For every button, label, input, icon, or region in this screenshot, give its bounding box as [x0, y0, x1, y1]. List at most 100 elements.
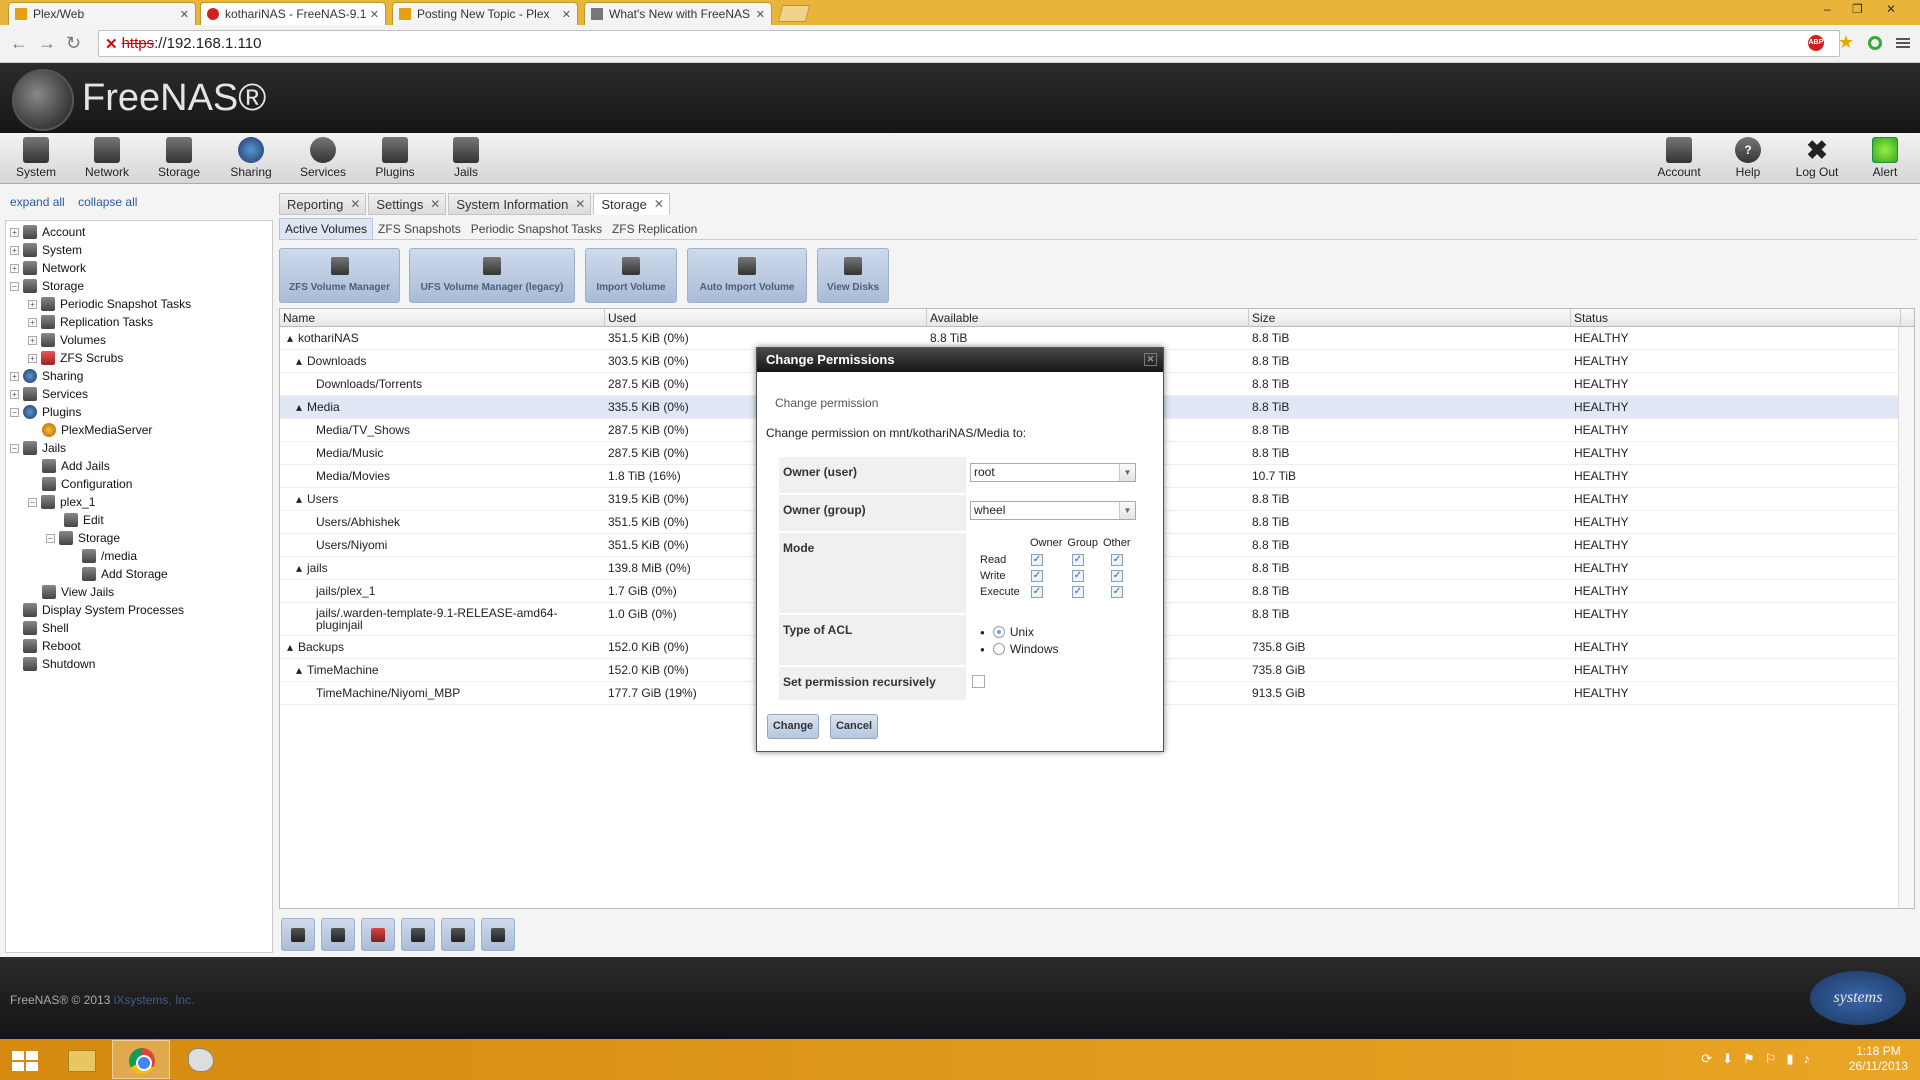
close-icon[interactable]: ✕ — [180, 8, 189, 21]
detach-volume-button[interactable] — [281, 918, 315, 951]
window-close-button[interactable]: ✕ — [1886, 2, 1896, 16]
tree-item-replication-tasks[interactable]: + Replication Tasks — [28, 313, 153, 331]
browser-tab-plex-forum[interactable]: Posting New Topic - Plex ✕ — [392, 2, 578, 25]
close-icon[interactable]: ✕ — [370, 8, 379, 21]
close-icon[interactable]: ✕ — [756, 8, 765, 21]
create-zvol-button[interactable] — [481, 918, 515, 951]
new-tab-button[interactable] — [777, 5, 811, 22]
tree-item-view-jails[interactable]: View Jails — [42, 583, 114, 601]
acl-unix-option[interactable]: ● Unix — [980, 625, 1034, 639]
tree-toggle-icon[interactable]: ▴ — [296, 354, 302, 368]
column-used[interactable]: Used — [605, 309, 927, 327]
column-name[interactable]: Name — [280, 309, 605, 327]
start-button[interactable] — [0, 1040, 58, 1079]
collapse-icon[interactable]: − — [10, 281, 19, 291]
download-icon[interactable]: ⬇ — [1722, 1051, 1733, 1067]
expand-all-link[interactable]: expand all — [10, 195, 65, 209]
tree-item-periodic-snapshot-tasks[interactable]: + Periodic Snapshot Tasks — [28, 295, 191, 313]
acl-windows-radio[interactable] — [992, 643, 1005, 655]
browser-tab-whats-new[interactable]: What's New with FreeNAS ✕ — [584, 2, 772, 25]
tree-toggle-icon[interactable]: ▴ — [296, 492, 302, 506]
expand-icon[interactable]: + — [10, 371, 19, 381]
toolbar-sharing[interactable]: Sharing — [223, 137, 279, 179]
tree-item-system[interactable]: + System — [10, 241, 82, 259]
close-icon[interactable]: ✕ — [1144, 353, 1157, 366]
expand-icon[interactable]: + — [10, 389, 19, 399]
expand-icon[interactable]: + — [28, 353, 37, 363]
tab-storage[interactable]: Storage ✕ — [593, 193, 670, 215]
subtab-zfs-replication[interactable]: ZFS Replication — [607, 219, 702, 239]
browser-tab-freenas[interactable]: kothariNAS - FreeNAS-9.1 ✕ — [200, 2, 386, 25]
toolbar-jails[interactable]: Jails — [438, 137, 494, 179]
chevron-down-icon[interactable]: ▼ — [1119, 464, 1135, 481]
import-volume-button[interactable]: Import Volume — [585, 248, 677, 303]
tree-item-network[interactable]: + Network — [10, 259, 86, 277]
subtab-periodic-snapshot-tasks[interactable]: Periodic Snapshot Tasks — [466, 219, 607, 239]
tree-item-jails[interactable]: − Jails — [10, 439, 66, 457]
tree-item-account[interactable]: + Account — [10, 223, 85, 241]
execute-owner-checkbox[interactable]: ✓ — [1031, 586, 1043, 598]
taskbar-clock[interactable]: 1:18 PM 26/11/2013 — [1849, 1044, 1908, 1074]
toolbar-plugins[interactable]: Plugins — [367, 137, 423, 179]
tree-item-jail-storage[interactable]: − Storage — [46, 529, 120, 547]
taskbar-paint[interactable] — [172, 1040, 230, 1079]
flag-icon[interactable]: ⚐ — [1765, 1051, 1777, 1067]
acl-unix-radio[interactable] — [992, 626, 1005, 638]
tree-item-add-storage[interactable]: Add Storage — [82, 565, 168, 583]
tree-item-services[interactable]: + Services — [10, 385, 88, 403]
collapse-all-link[interactable]: collapse all — [78, 195, 137, 209]
cancel-button[interactable]: Cancel — [830, 714, 878, 739]
collapse-icon[interactable]: − — [10, 407, 19, 417]
minimize-button[interactable]: – — [1824, 2, 1831, 16]
toolbar-services[interactable]: Services — [295, 137, 351, 179]
tree-toggle-icon[interactable]: ▴ — [296, 561, 302, 575]
acl-windows-option[interactable]: ● Windows — [980, 642, 1059, 656]
write-group-checkbox[interactable]: ✓ — [1072, 570, 1084, 582]
taskbar-explorer[interactable] — [52, 1040, 110, 1079]
column-available[interactable]: Available — [927, 309, 1249, 327]
tree-toggle-icon[interactable]: ▴ — [287, 640, 293, 654]
tree-item-shutdown[interactable]: Shutdown — [23, 655, 95, 673]
tree-item-storage[interactable]: − Storage — [10, 277, 84, 295]
tab-settings[interactable]: Settings ✕ — [368, 193, 447, 215]
bookmark-star-icon[interactable]: ★ — [1838, 32, 1854, 53]
tree-item-shell[interactable]: Shell — [23, 619, 69, 637]
zfs-volume-manager-button[interactable]: ZFS Volume Manager — [279, 248, 400, 303]
tree-item-zfs-scrubs[interactable]: + ZFS Scrubs — [28, 349, 123, 367]
subtab-active-volumes[interactable]: Active Volumes — [279, 217, 374, 240]
tree-item-media[interactable]: /media — [82, 547, 137, 565]
chevron-down-icon[interactable]: ▼ — [1119, 502, 1135, 519]
toolbar-network[interactable]: Network — [79, 137, 135, 179]
tree-toggle-icon[interactable]: ▴ — [296, 400, 302, 414]
owner-user-select[interactable]: root ▼ — [970, 463, 1136, 482]
expand-icon[interactable]: + — [28, 335, 37, 345]
close-icon[interactable]: ✕ — [350, 197, 360, 211]
toolbar-account[interactable]: Account — [1651, 137, 1707, 179]
column-size[interactable]: Size — [1249, 309, 1571, 327]
sync-icon[interactable]: ⟳ — [1701, 1051, 1712, 1067]
extension-icon[interactable] — [1868, 35, 1882, 50]
tree-item-reboot[interactable]: Reboot — [23, 637, 81, 655]
tree-item-plexmediaserver[interactable]: PlexMediaServer — [42, 421, 152, 439]
write-owner-checkbox[interactable]: ✓ — [1031, 570, 1043, 582]
ufs-volume-manager-button[interactable]: UFS Volume Manager (legacy) — [409, 248, 575, 303]
expand-icon[interactable]: + — [10, 227, 19, 237]
tree-toggle-icon[interactable]: ▴ — [287, 331, 293, 345]
tree-item-volumes[interactable]: + Volumes — [28, 331, 106, 349]
table-scrollbar[interactable] — [1898, 327, 1914, 908]
owner-group-select[interactable]: wheel ▼ — [970, 501, 1136, 520]
close-icon[interactable]: ✕ — [575, 197, 585, 211]
read-group-checkbox[interactable]: ✓ — [1072, 554, 1084, 566]
battery-icon[interactable]: ▮ — [1786, 1051, 1793, 1067]
auto-import-volume-button[interactable]: Auto Import Volume — [687, 248, 807, 303]
tree-item-add-jails[interactable]: Add Jails — [42, 457, 110, 475]
toolbar-logout[interactable]: ✖ Log Out — [1789, 137, 1845, 179]
address-bar[interactable]: ✕ https ://192.168.1.110 — [98, 30, 1840, 57]
edit-options-button[interactable] — [401, 918, 435, 951]
execute-other-checkbox[interactable]: ✓ — [1111, 586, 1123, 598]
collapse-icon[interactable]: − — [46, 533, 55, 543]
read-other-checkbox[interactable]: ✓ — [1111, 554, 1123, 566]
read-owner-checkbox[interactable]: ✓ — [1031, 554, 1043, 566]
forward-arrow-icon[interactable]: → — [38, 33, 56, 54]
recursive-checkbox[interactable] — [972, 675, 985, 688]
